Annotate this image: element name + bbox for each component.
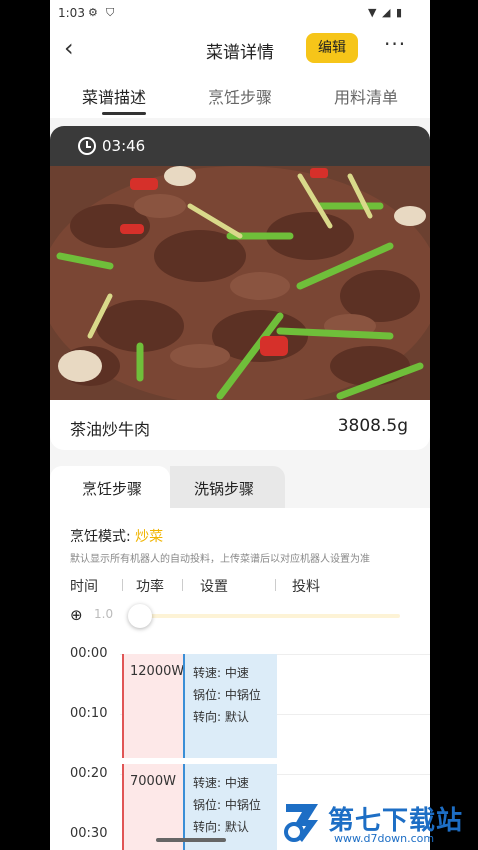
app-screen: 1:03 ⚙ ⛉ ▼ ◢ ▮ ‹ 菜谱详情 编辑 ··· 菜谱描述 烹饪步骤 用… [50,0,430,850]
cooking-mode: 烹饪模式: 炒菜 [70,526,163,546]
col-ingredients: 投料 [292,579,320,595]
timeline-time: 00:20 [70,766,108,781]
watermark: 第七下载站 www.d7down.com [282,798,478,850]
speed-setting: 转速: 中速 [193,776,249,790]
direction-setting: 转向: 默认 [193,710,249,724]
col-divider [182,579,183,591]
cooking-mode-label: 烹饪模式: [70,529,131,545]
timeline-time: 00:30 [70,826,108,841]
tab-description[interactable]: 菜谱描述 [82,84,146,108]
step-subtabs: 烹饪步骤 洗锅步骤 [50,466,430,508]
col-settings: 设置 [200,579,228,595]
duration-value: 03:46 [102,137,146,155]
direction-setting: 转向: 默认 [193,820,249,834]
dish-name: 茶油炒牛肉 [70,420,151,439]
subtab-cooking-label: 烹饪步骤 [82,480,143,498]
battery-icon: ▮ [396,6,403,19]
duration-bar: 03:46 [50,126,430,166]
page-title: 菜谱详情 [206,43,274,63]
status-bar: 1:03 ⚙ ⛉ ▼ ◢ ▮ [50,0,430,26]
tab-ingredients[interactable]: 用料清单 [334,84,398,108]
power-step-1[interactable]: 12000W [122,654,184,758]
edit-button[interactable]: 编辑 [306,33,358,63]
more-icon[interactable]: ··· [384,32,406,56]
cooking-mode-value[interactable]: 炒菜 [135,529,163,545]
clock-icon [78,137,96,155]
position-setting: 锅位: 中锅位 [193,688,261,702]
zoom-value: 1.0 [94,607,114,621]
column-headers: 时间 功率 设置 投料 [70,576,430,596]
power-value: 7000W [130,774,176,789]
zoom-icon: ⊕ [70,606,83,624]
subtab-wash-steps[interactable]: 洗锅步骤 [170,466,285,508]
timeline-time: 00:00 [70,646,108,661]
home-indicator [156,838,226,842]
settings-step-1[interactable]: 转速: 中速 锅位: 中锅位 转向: 默认 [183,654,277,758]
col-power: 功率 [136,579,164,595]
col-divider [122,579,123,591]
zoom-handle[interactable] [128,604,152,628]
recipe-card: 03:46 茶油炒牛肉 3808.5g [50,126,430,450]
cooking-note: 默认显示所有机器人的自动投料，上传菜谱后以对应机器人设置为准 [70,554,370,565]
dish-photo [50,166,430,400]
position-setting: 锅位: 中锅位 [193,798,261,812]
zoom-slider: ⊕ 1.0 [70,604,410,628]
col-divider [275,579,276,591]
timeline-time: 00:10 [70,706,108,721]
settings-icon: ⚙ [88,6,98,19]
subtab-cooking-steps[interactable]: 烹饪步骤 [50,466,170,508]
subtab-wash-label: 洗锅步骤 [194,480,255,498]
col-time: 时间 [70,579,98,595]
speed-setting: 转速: 中速 [193,666,249,680]
status-time: 1:03 [58,6,85,20]
header-bar: ‹ 菜谱详情 编辑 ··· [50,26,430,72]
recipe-tabs: 菜谱描述 烹饪步骤 用料清单 [50,72,430,118]
watermark-url: www.d7down.com [334,832,435,845]
signal-icon: ◢ [382,6,391,19]
power-value: 12000W [130,664,185,679]
dish-weight: 3808.5g [337,416,408,436]
wifi-icon: ▼ [368,6,377,19]
tab-indicator [102,112,146,115]
tab-cooking-steps[interactable]: 烹饪步骤 [208,84,272,108]
shield-icon: ⛉ [106,6,115,19]
zoom-track[interactable] [140,614,400,618]
watermark-logo-icon [284,804,318,842]
